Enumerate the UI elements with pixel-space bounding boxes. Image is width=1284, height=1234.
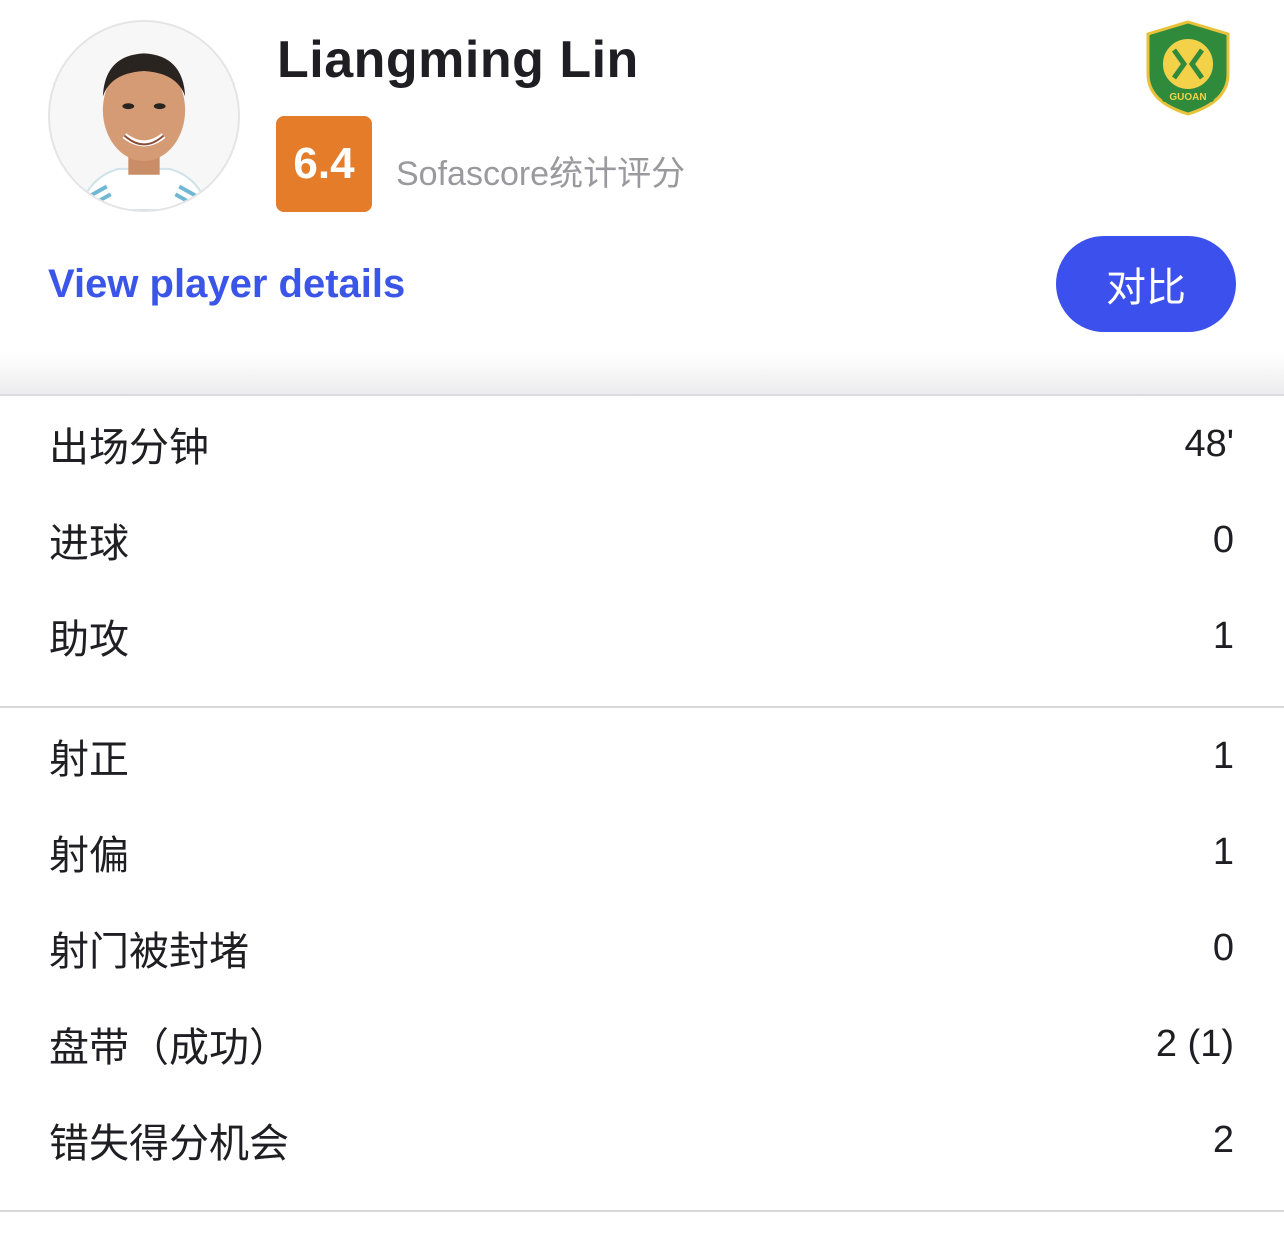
stat-value-shots-off-target: 1 <box>1212 830 1234 873</box>
view-player-details-link[interactable]: View player details <box>48 262 405 307</box>
stat-row: 出场分钟 48' <box>0 396 1284 492</box>
stat-value-minutes: 48' <box>1184 422 1234 465</box>
player-photo-icon <box>50 22 238 210</box>
club-logo-text: GUOAN <box>1169 92 1206 103</box>
stat-row: 盘带（成功） 2 (1) <box>0 996 1284 1092</box>
stat-label-big-chances-missed: 错失得分机会 <box>49 1121 289 1167</box>
stat-value-dribbles: 2 (1) <box>1155 1022 1234 1065</box>
stat-value-shots-on-target: 1 <box>1212 734 1234 777</box>
stat-row: 射正 1 <box>0 708 1284 804</box>
section-separator <box>0 352 1284 396</box>
club-logo[interactable]: GUOAN <box>1144 20 1232 116</box>
rating-badge: 6.4 <box>276 116 372 212</box>
stat-value-big-chances-missed: 2 <box>1212 1118 1234 1161</box>
stat-value-shots-blocked: 0 <box>1212 926 1234 969</box>
stat-label-assists: 助攻 <box>49 617 129 663</box>
stat-row: 射门被封堵 0 <box>0 900 1284 996</box>
stat-label-minutes: 出场分钟 <box>49 425 209 471</box>
stat-row: 助攻 1 <box>0 588 1284 684</box>
stat-row: 射偏 1 <box>0 804 1284 900</box>
group-divider <box>0 1210 1284 1212</box>
stat-label-goals: 进球 <box>49 521 129 567</box>
club-crest-icon: GUOAN <box>1146 20 1230 116</box>
stat-value-assists: 1 <box>1212 614 1234 657</box>
player-name: Liangming Lin <box>277 31 639 89</box>
stat-row: 进球 0 <box>0 492 1284 588</box>
stat-label-dribbles: 盘带（成功） <box>49 1025 289 1071</box>
stat-value-goals: 0 <box>1212 518 1234 561</box>
rating-label: Sofascore统计评分 <box>396 155 686 193</box>
stat-label-shots-off-target: 射偏 <box>49 833 129 879</box>
stat-label-shots-on-target: 射正 <box>49 737 129 783</box>
player-avatar[interactable] <box>48 20 240 212</box>
player-stats-card: Liangming Lin 6.4 Sofascore统计评分 GUOAN Vi… <box>0 0 1284 1234</box>
stat-label-shots-blocked: 射门被封堵 <box>49 929 249 975</box>
stat-row: 错失得分机会 2 <box>0 1092 1284 1188</box>
compare-button[interactable]: 对比 <box>1056 236 1236 332</box>
